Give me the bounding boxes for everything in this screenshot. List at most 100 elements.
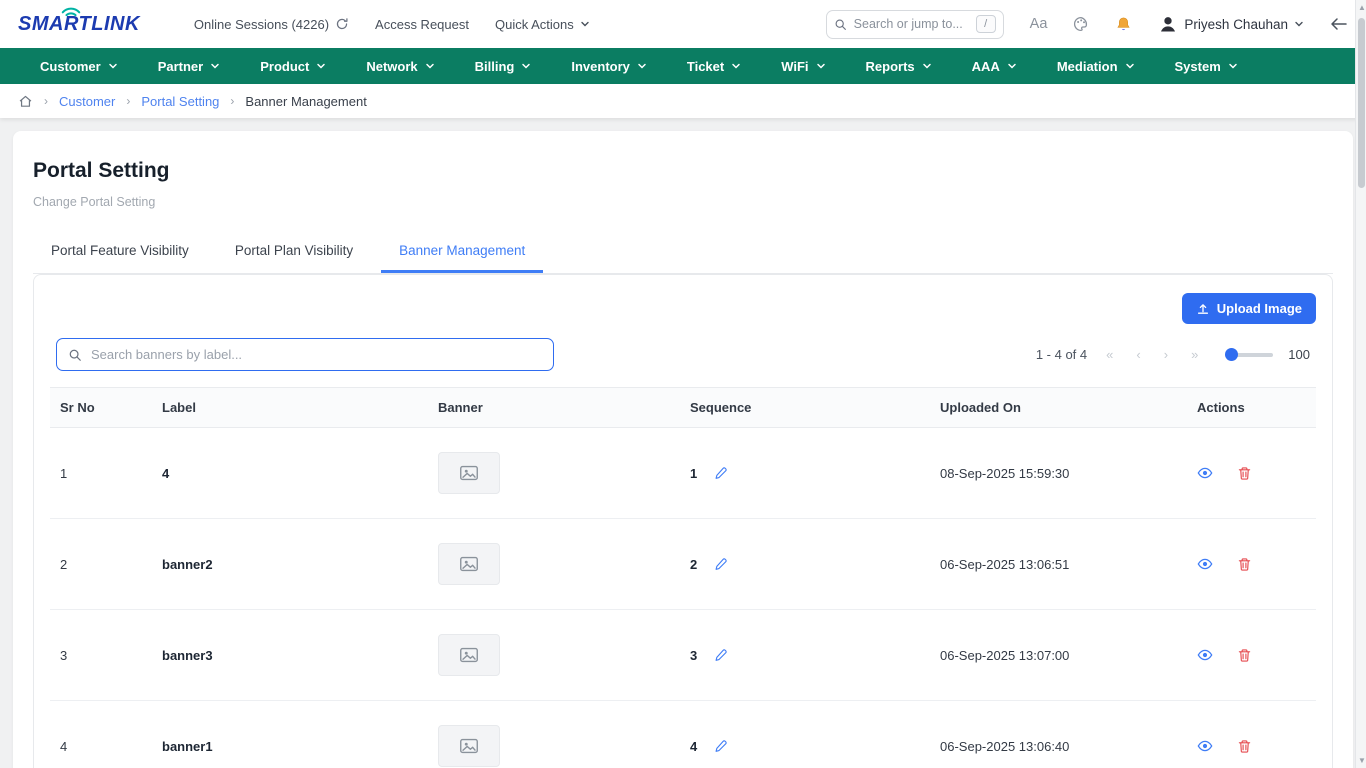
nav-item-ticket[interactable]: Ticket: [687, 59, 741, 74]
nav-item-customer[interactable]: Customer: [40, 59, 118, 74]
breadcrumb-portal-setting[interactable]: Portal Setting: [141, 94, 219, 109]
view-banner-icon[interactable]: [1197, 738, 1213, 754]
edit-sequence-icon[interactable]: [713, 648, 728, 663]
uploaded-on: 06-Sep-2025 13:06:40: [930, 701, 1187, 768]
text-size-button[interactable]: Aa: [1030, 16, 1048, 32]
refresh-icon[interactable]: [335, 17, 349, 31]
tab-bar: Portal Feature Visibility Portal Plan Vi…: [33, 233, 1333, 274]
nav-item-product[interactable]: Product: [260, 59, 326, 74]
chevron-down-icon: [731, 61, 741, 71]
nav-item-reports[interactable]: Reports: [866, 59, 932, 74]
theme-icon[interactable]: [1073, 16, 1089, 32]
table-row: 4 banner1 4 06-Sep-2025 13:06:40: [50, 701, 1316, 768]
tab-portal-feature-visibility[interactable]: Portal Feature Visibility: [33, 233, 207, 273]
chevron-down-icon: [816, 61, 826, 71]
search-shortcut-key: /: [976, 15, 996, 33]
nav-item-inventory[interactable]: Inventory: [571, 59, 647, 74]
smartlink-logo[interactable]: SMARTLINK: [18, 13, 140, 36]
page-subtitle: Change Portal Setting: [33, 195, 1333, 209]
delete-banner-icon[interactable]: [1237, 557, 1252, 572]
view-banner-icon[interactable]: [1197, 465, 1213, 481]
pagination-range: 1 - 4 of 4: [1036, 347, 1087, 362]
image-icon: [458, 735, 480, 757]
image-icon: [458, 644, 480, 666]
col-sequence: Sequence: [680, 388, 930, 428]
sequence-value: 4: [690, 739, 697, 754]
chevron-down-icon: [521, 61, 531, 71]
back-arrow-icon[interactable]: [1330, 17, 1348, 31]
banners-table: Sr No Label Banner Sequence Uploaded On …: [50, 387, 1316, 768]
banner-thumbnail[interactable]: [438, 543, 500, 585]
scroll-down-arrow[interactable]: ▼: [1358, 757, 1365, 764]
banner-search-input[interactable]: [91, 347, 542, 362]
banner-label: banner2: [152, 519, 428, 610]
sr-no: 4: [50, 701, 152, 768]
nav-label: Inventory: [571, 59, 630, 74]
uploaded-on: 06-Sep-2025 13:07:00: [930, 610, 1187, 701]
nav-item-billing[interactable]: Billing: [475, 59, 532, 74]
chevron-down-icon: [108, 61, 118, 71]
banner-management-panel: Upload Image 1 - 4 of 4 « ‹ › »: [33, 274, 1333, 768]
nav-label: Mediation: [1057, 59, 1118, 74]
image-icon: [458, 462, 480, 484]
tab-banner-management[interactable]: Banner Management: [381, 233, 543, 273]
col-actions: Actions: [1187, 388, 1316, 428]
chevron-down-icon: [580, 19, 590, 29]
access-request-label: Access Request: [375, 17, 469, 32]
banner-search[interactable]: [56, 338, 554, 371]
sr-no: 1: [50, 428, 152, 519]
home-icon[interactable]: [18, 94, 33, 109]
sequence-value: 3: [690, 648, 697, 663]
last-page-button[interactable]: »: [1187, 347, 1202, 362]
nav-item-aaa[interactable]: AAA: [972, 59, 1017, 74]
delete-banner-icon[interactable]: [1237, 466, 1252, 481]
prev-page-button[interactable]: ‹: [1132, 347, 1144, 362]
scroll-up-arrow[interactable]: ▲: [1358, 4, 1365, 11]
global-search[interactable]: /: [826, 10, 1004, 39]
breadcrumb-customer[interactable]: Customer: [59, 94, 115, 109]
image-icon: [458, 553, 480, 575]
next-page-button[interactable]: ›: [1160, 347, 1172, 362]
chevron-down-icon: [210, 61, 220, 71]
portal-setting-card: Portal Setting Change Portal Setting Por…: [13, 131, 1353, 768]
banner-thumbnail[interactable]: [438, 452, 500, 494]
edit-sequence-icon[interactable]: [713, 466, 728, 481]
sequence-value: 1: [690, 466, 697, 481]
nav-item-mediation[interactable]: Mediation: [1057, 59, 1135, 74]
nav-item-wifi[interactable]: WiFi: [781, 59, 825, 74]
sequence-value: 2: [690, 557, 697, 572]
tab-portal-plan-visibility[interactable]: Portal Plan Visibility: [217, 233, 371, 273]
breadcrumb-current: Banner Management: [245, 94, 366, 109]
notifications-icon[interactable]: [1115, 16, 1132, 33]
slider-knob[interactable]: [1225, 348, 1238, 361]
access-request-link[interactable]: Access Request: [375, 17, 469, 32]
quick-actions-menu[interactable]: Quick Actions: [495, 17, 590, 32]
delete-banner-icon[interactable]: [1237, 739, 1252, 754]
online-sessions[interactable]: Online Sessions (4226): [194, 17, 349, 32]
view-banner-icon[interactable]: [1197, 556, 1213, 572]
banner-thumbnail[interactable]: [438, 634, 500, 676]
banner-thumbnail[interactable]: [438, 725, 500, 767]
pagination: 1 - 4 of 4 « ‹ › » 100: [1036, 347, 1310, 362]
nav-item-partner[interactable]: Partner: [158, 59, 221, 74]
edit-sequence-icon[interactable]: [713, 557, 728, 572]
delete-banner-icon[interactable]: [1237, 648, 1252, 663]
banner-label: banner1: [152, 701, 428, 768]
upload-image-button[interactable]: Upload Image: [1182, 293, 1316, 324]
table-row: 3 banner3 3 06-Sep-2025 13:07:00: [50, 610, 1316, 701]
vertical-scrollbar[interactable]: ▲ ▼: [1355, 0, 1366, 768]
chevron-down-icon: [1007, 61, 1017, 71]
page-size-slider[interactable]: [1227, 353, 1273, 357]
nav-item-network[interactable]: Network: [366, 59, 434, 74]
nav-item-system[interactable]: System: [1175, 59, 1238, 74]
col-banner: Banner: [428, 388, 680, 428]
scrollbar-thumb[interactable]: [1358, 18, 1365, 188]
view-banner-icon[interactable]: [1197, 647, 1213, 663]
edit-sequence-icon[interactable]: [713, 739, 728, 754]
global-search-input[interactable]: [854, 17, 969, 31]
table-row: 1 4 1 08-Sep-2025 15:59:30: [50, 428, 1316, 519]
breadcrumb-separator: ›: [44, 94, 48, 108]
nav-label: Product: [260, 59, 309, 74]
user-menu[interactable]: Priyesh Chauhan: [1158, 14, 1304, 34]
first-page-button[interactable]: «: [1102, 347, 1117, 362]
